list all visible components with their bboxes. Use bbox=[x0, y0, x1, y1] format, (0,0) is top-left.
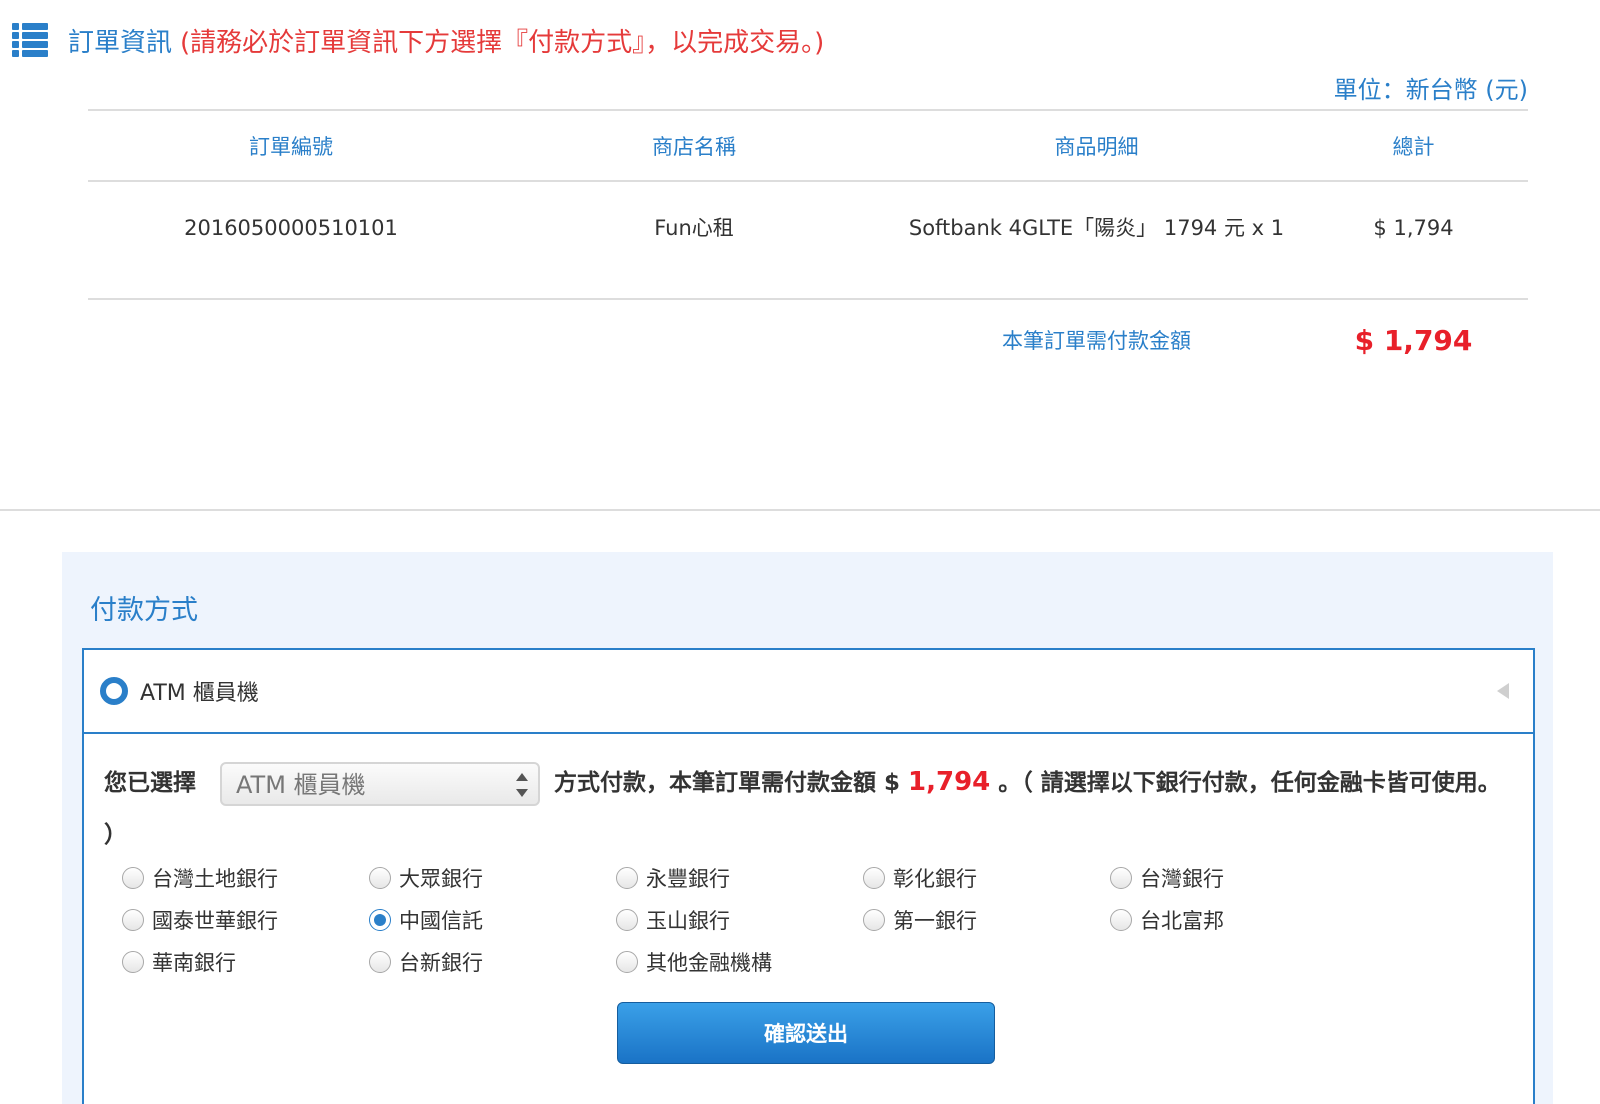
order-info-header: 訂單資訊 (請務必於訂單資訊下方選擇『付款方式』，以完成交易。) bbox=[12, 18, 824, 62]
item-detail: Softbank 4GLTE「陽炎」 1794 元 x 1 bbox=[894, 182, 1299, 298]
bank-name: 玉山銀行 bbox=[646, 909, 730, 933]
bank-name: 第一銀行 bbox=[893, 909, 977, 933]
bank-option[interactable]: 中國信託 bbox=[369, 908, 616, 933]
table-header-row: 訂單編號 商店名稱 商品明細 總計 bbox=[88, 111, 1528, 182]
column-header-store: 商店名稱 bbox=[652, 134, 736, 159]
bank-option[interactable]: 彰化銀行 bbox=[863, 866, 1110, 891]
bank-name: 大眾銀行 bbox=[399, 867, 483, 891]
bank-option[interactable]: 玉山銀行 bbox=[616, 908, 863, 933]
bank-radio[interactable] bbox=[863, 909, 885, 931]
row-total: $ 1,794 bbox=[1373, 216, 1454, 240]
currency-unit-label: 單位：新台幣 (元) bbox=[1333, 76, 1528, 104]
order-table: 訂單編號 商店名稱 商品明細 總計 2016050000510101 Fun心租… bbox=[88, 109, 1528, 380]
bank-radio[interactable] bbox=[616, 951, 638, 973]
select-value: ATM 櫃員機 bbox=[236, 770, 366, 799]
atm-radio[interactable] bbox=[100, 677, 128, 705]
bank-option[interactable]: 華南銀行 bbox=[122, 950, 369, 975]
select-arrows-icon bbox=[516, 772, 528, 797]
payment-method-select[interactable]: ATM 櫃員機 bbox=[220, 761, 540, 806]
bank-radio[interactable] bbox=[1110, 909, 1132, 931]
bank-option[interactable]: 大眾銀行 bbox=[369, 866, 616, 891]
submit-button[interactable]: 確認送出 bbox=[617, 1002, 995, 1064]
column-header-order-no: 訂單編號 bbox=[249, 134, 333, 159]
bank-option[interactable]: 台灣土地銀行 bbox=[122, 866, 369, 891]
bank-radio[interactable] bbox=[863, 867, 885, 889]
column-header-total: 總計 bbox=[1392, 134, 1435, 159]
payment-title: 付款方式 bbox=[90, 595, 198, 626]
section-divider bbox=[0, 509, 1600, 511]
bank-name: 永豐銀行 bbox=[646, 867, 730, 891]
bank-name: 台北富邦 bbox=[1140, 909, 1224, 933]
order-number: 2016050000510101 bbox=[184, 216, 398, 240]
page-title: 訂單資訊 bbox=[68, 27, 173, 58]
bank-radio[interactable] bbox=[1110, 867, 1132, 889]
item-detail-text: Softbank 4GLTE「陽炎」 1794 元 x 1 bbox=[908, 216, 1285, 240]
amount-due-row: 本筆訂單需付款金額 $ 1,794 bbox=[88, 300, 1528, 380]
payment-amount: 1,794 bbox=[908, 767, 991, 797]
bank-name: 其他金融機構 bbox=[646, 951, 772, 975]
bank-option[interactable]: 台新銀行 bbox=[369, 950, 616, 975]
bank-name: 國泰世華銀行 bbox=[152, 909, 278, 933]
atm-method-details: 您已選擇 ATM 櫃員機 方式付款，本筆訂單需付款金額 $ 1,794 。（ 請選擇… bbox=[82, 734, 1535, 1104]
bank-radio[interactable] bbox=[616, 867, 638, 889]
list-icon bbox=[12, 22, 50, 58]
table-row: 2016050000510101 Fun心租 Softbank 4GLTE「陽炎… bbox=[88, 182, 1528, 300]
payment-description: 您已選擇 ATM 櫃員機 方式付款，本筆訂單需付款金額 $ 1,794 。（ 請選擇… bbox=[104, 756, 1514, 861]
payment-panel: 付款方式 ATM 櫃員機 您已選擇 ATM 櫃員機 方式付款，本筆訂單需付款金額 $… bbox=[62, 552, 1553, 1104]
desc-mid: 方式付款，本筆訂單需付款金額 $ bbox=[554, 770, 901, 796]
collapse-arrow-icon[interactable] bbox=[1497, 683, 1509, 699]
order-instruction-note: (請務必於訂單資訊下方選擇『付款方式』，以完成交易。) bbox=[180, 27, 825, 58]
bank-radio[interactable] bbox=[369, 951, 391, 973]
bank-radio[interactable] bbox=[369, 909, 391, 931]
bank-radio[interactable] bbox=[122, 951, 144, 973]
bank-name: 中國信託 bbox=[399, 909, 483, 933]
bank-radio[interactable] bbox=[122, 867, 144, 889]
bank-option[interactable]: 台灣銀行 bbox=[1110, 866, 1357, 891]
amount-due-value: $ 1,794 bbox=[1354, 323, 1473, 357]
bank-name: 台新銀行 bbox=[399, 951, 483, 975]
desc-prefix: 您已選擇 bbox=[104, 770, 196, 796]
bank-radio[interactable] bbox=[369, 867, 391, 889]
bank-name: 台灣土地銀行 bbox=[152, 867, 278, 891]
bank-radio[interactable] bbox=[616, 909, 638, 931]
atm-method-label: ATM 櫃員機 bbox=[140, 681, 259, 706]
bank-option[interactable]: 台北富邦 bbox=[1110, 908, 1357, 933]
bank-name: 台灣銀行 bbox=[1140, 867, 1224, 891]
payment-method-atm[interactable]: ATM 櫃員機 bbox=[82, 648, 1535, 734]
bank-option[interactable]: 第一銀行 bbox=[863, 908, 1110, 933]
amount-due-label: 本筆訂單需付款金額 bbox=[1002, 329, 1191, 353]
store-name: Fun心租 bbox=[654, 216, 734, 240]
bank-option[interactable]: 國泰世華銀行 bbox=[122, 908, 369, 933]
bank-option[interactable]: 永豐銀行 bbox=[616, 866, 863, 891]
bank-radio[interactable] bbox=[122, 909, 144, 931]
bank-option[interactable]: 其他金融機構 bbox=[616, 950, 863, 975]
bank-name: 華南銀行 bbox=[152, 951, 236, 975]
bank-options: 台灣土地銀行 大眾銀行 永豐銀行 彰化銀行 台灣銀行國泰世華銀行 中國信託 玉山銀行 第一銀行… bbox=[122, 866, 1422, 975]
bank-name: 彰化銀行 bbox=[893, 867, 977, 891]
column-header-item: 商品明細 bbox=[1054, 134, 1139, 159]
